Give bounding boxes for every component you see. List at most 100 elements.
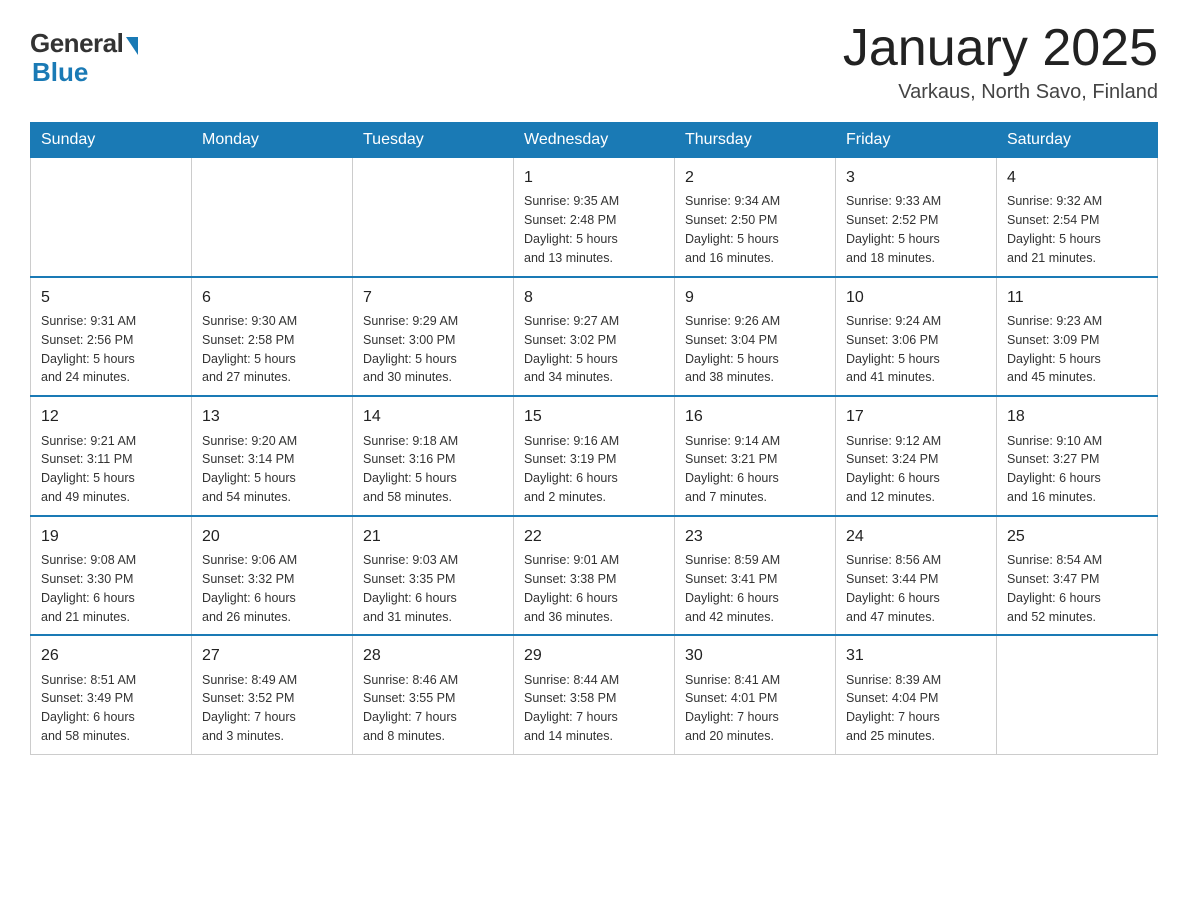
day-number: 10: [846, 286, 986, 309]
day-number: 3: [846, 166, 986, 189]
day-info: Sunrise: 8:54 AMSunset: 3:47 PMDaylight:…: [1007, 553, 1102, 624]
weekday-header-sunday: Sunday: [31, 123, 192, 158]
calendar-cell: 17 Sunrise: 9:12 AMSunset: 3:24 PMDayligh…: [836, 396, 997, 516]
day-number: 19: [41, 525, 181, 548]
day-info: Sunrise: 8:46 AMSunset: 3:55 PMDaylight:…: [363, 673, 458, 744]
calendar-cell: 22 Sunrise: 9:01 AMSunset: 3:38 PMDayligh…: [514, 516, 675, 636]
day-number: 18: [1007, 405, 1147, 428]
day-number: 21: [363, 525, 503, 548]
calendar-cell: [192, 158, 353, 277]
weekday-header-tuesday: Tuesday: [353, 123, 514, 158]
day-number: 15: [524, 405, 664, 428]
title-block: January 2025 Varkaus, North Savo, Finlan…: [843, 20, 1158, 104]
day-number: 30: [685, 644, 825, 667]
calendar-cell: 16 Sunrise: 9:14 AMSunset: 3:21 PMDayligh…: [675, 396, 836, 516]
day-number: 22: [524, 525, 664, 548]
day-number: 11: [1007, 286, 1147, 309]
calendar-cell: 20 Sunrise: 9:06 AMSunset: 3:32 PMDayligh…: [192, 516, 353, 636]
day-info: Sunrise: 8:51 AMSunset: 3:49 PMDaylight:…: [41, 673, 136, 744]
calendar-cell: 3 Sunrise: 9:33 AMSunset: 2:52 PMDaylight…: [836, 158, 997, 277]
day-number: 6: [202, 286, 342, 309]
calendar-cell: 27 Sunrise: 8:49 AMSunset: 3:52 PMDayligh…: [192, 635, 353, 754]
calendar-cell: 12Sunrise: 9:21 AMSunset: 3:11 PMDayligh…: [31, 396, 192, 516]
day-info: Sunrise: 9:08 AMSunset: 3:30 PMDaylight:…: [41, 553, 136, 624]
calendar-cell: 23Sunrise: 8:59 AMSunset: 3:41 PMDayligh…: [675, 516, 836, 636]
calendar-cell: 26 Sunrise: 8:51 AMSunset: 3:49 PMDayligh…: [31, 635, 192, 754]
page-header: General Blue January 2025 Varkaus, North…: [30, 20, 1158, 104]
day-number: 25: [1007, 525, 1147, 548]
calendar-cell: 15 Sunrise: 9:16 AMSunset: 3:19 PMDayligh…: [514, 396, 675, 516]
calendar-cell: 25 Sunrise: 8:54 AMSunset: 3:47 PMDayligh…: [997, 516, 1158, 636]
day-info: Sunrise: 9:34 AMSunset: 2:50 PMDaylight:…: [685, 194, 780, 265]
day-number: 20: [202, 525, 342, 548]
day-info: Sunrise: 8:41 AMSunset: 4:01 PMDaylight:…: [685, 673, 780, 744]
week-row-4: 19 Sunrise: 9:08 AMSunset: 3:30 PMDayligh…: [31, 516, 1158, 636]
day-number: 2: [685, 166, 825, 189]
calendar-cell: 24 Sunrise: 8:56 AMSunset: 3:44 PMDayligh…: [836, 516, 997, 636]
day-info: Sunrise: 9:01 AMSunset: 3:38 PMDaylight:…: [524, 553, 619, 624]
calendar-cell: 19 Sunrise: 9:08 AMSunset: 3:30 PMDayligh…: [31, 516, 192, 636]
day-info: Sunrise: 9:27 AMSunset: 3:02 PMDaylight:…: [524, 314, 619, 385]
calendar-cell: 10 Sunrise: 9:24 AMSunset: 3:06 PMDayligh…: [836, 277, 997, 397]
calendar-cell: 5 Sunrise: 9:31 AMSunset: 2:56 PMDaylight…: [31, 277, 192, 397]
day-info: Sunrise: 9:14 AMSunset: 3:21 PMDaylight:…: [685, 434, 780, 505]
calendar-cell: 2 Sunrise: 9:34 AMSunset: 2:50 PMDaylight…: [675, 158, 836, 277]
calendar-cell: 8 Sunrise: 9:27 AMSunset: 3:02 PMDaylight…: [514, 277, 675, 397]
day-number: 16: [685, 405, 825, 428]
day-number: 26: [41, 644, 181, 667]
day-info: Sunrise: 9:23 AMSunset: 3:09 PMDaylight:…: [1007, 314, 1102, 385]
day-info: Sunrise: 9:31 AMSunset: 2:56 PMDaylight:…: [41, 314, 136, 385]
day-number: 5: [41, 286, 181, 309]
calendar-cell: 29Sunrise: 8:44 AMSunset: 3:58 PMDayligh…: [514, 635, 675, 754]
calendar-cell: 28Sunrise: 8:46 AMSunset: 3:55 PMDayligh…: [353, 635, 514, 754]
day-info: Sunrise: 8:44 AMSunset: 3:58 PMDaylight:…: [524, 673, 619, 744]
day-info: Sunrise: 9:24 AMSunset: 3:06 PMDaylight:…: [846, 314, 941, 385]
day-info: Sunrise: 9:26 AMSunset: 3:04 PMDaylight:…: [685, 314, 780, 385]
day-info: Sunrise: 8:56 AMSunset: 3:44 PMDaylight:…: [846, 553, 941, 624]
weekday-header-friday: Friday: [836, 123, 997, 158]
week-row-3: 12Sunrise: 9:21 AMSunset: 3:11 PMDayligh…: [31, 396, 1158, 516]
calendar-cell: 31 Sunrise: 8:39 AMSunset: 4:04 PMDayligh…: [836, 635, 997, 754]
calendar-cell: 30 Sunrise: 8:41 AMSunset: 4:01 PMDayligh…: [675, 635, 836, 754]
day-info: Sunrise: 9:33 AMSunset: 2:52 PMDaylight:…: [846, 194, 941, 265]
calendar-cell: 6Sunrise: 9:30 AMSunset: 2:58 PMDaylight…: [192, 277, 353, 397]
day-info: Sunrise: 9:29 AMSunset: 3:00 PMDaylight:…: [363, 314, 458, 385]
week-row-1: 1 Sunrise: 9:35 AMSunset: 2:48 PMDaylight…: [31, 158, 1158, 277]
day-number: 1: [524, 166, 664, 189]
calendar-cell: 7Sunrise: 9:29 AMSunset: 3:00 PMDaylight…: [353, 277, 514, 397]
calendar-cell: [31, 158, 192, 277]
day-info: Sunrise: 9:35 AMSunset: 2:48 PMDaylight:…: [524, 194, 619, 265]
logo: General Blue: [30, 28, 138, 88]
day-info: Sunrise: 8:49 AMSunset: 3:52 PMDaylight:…: [202, 673, 297, 744]
day-number: 24: [846, 525, 986, 548]
day-number: 8: [524, 286, 664, 309]
day-info: Sunrise: 9:06 AMSunset: 3:32 PMDaylight:…: [202, 553, 297, 624]
day-number: 27: [202, 644, 342, 667]
week-row-5: 26 Sunrise: 8:51 AMSunset: 3:49 PMDayligh…: [31, 635, 1158, 754]
calendar-cell: 9 Sunrise: 9:26 AMSunset: 3:04 PMDaylight…: [675, 277, 836, 397]
calendar-cell: 11 Sunrise: 9:23 AMSunset: 3:09 PMDayligh…: [997, 277, 1158, 397]
day-info: Sunrise: 8:39 AMSunset: 4:04 PMDaylight:…: [846, 673, 941, 744]
calendar-cell: 18 Sunrise: 9:10 AMSunset: 3:27 PMDayligh…: [997, 396, 1158, 516]
day-info: Sunrise: 9:03 AMSunset: 3:35 PMDaylight:…: [363, 553, 458, 624]
day-number: 13: [202, 405, 342, 428]
calendar-cell: 21 Sunrise: 9:03 AMSunset: 3:35 PMDayligh…: [353, 516, 514, 636]
logo-blue-text: Blue: [32, 57, 88, 88]
calendar-cell: 14Sunrise: 9:18 AMSunset: 3:16 PMDayligh…: [353, 396, 514, 516]
day-info: Sunrise: 9:16 AMSunset: 3:19 PMDaylight:…: [524, 434, 619, 505]
weekday-header-thursday: Thursday: [675, 123, 836, 158]
weekday-header-saturday: Saturday: [997, 123, 1158, 158]
day-info: Sunrise: 9:12 AMSunset: 3:24 PMDaylight:…: [846, 434, 941, 505]
week-row-2: 5 Sunrise: 9:31 AMSunset: 2:56 PMDaylight…: [31, 277, 1158, 397]
day-info: Sunrise: 9:10 AMSunset: 3:27 PMDaylight:…: [1007, 434, 1102, 505]
weekday-header-monday: Monday: [192, 123, 353, 158]
weekday-header-row: SundayMondayTuesdayWednesdayThursdayFrid…: [31, 123, 1158, 158]
location-subtitle: Varkaus, North Savo, Finland: [843, 81, 1158, 104]
calendar-cell: 1 Sunrise: 9:35 AMSunset: 2:48 PMDaylight…: [514, 158, 675, 277]
calendar-table: SundayMondayTuesdayWednesdayThursdayFrid…: [30, 122, 1158, 755]
day-info: Sunrise: 9:21 AMSunset: 3:11 PMDaylight:…: [41, 434, 136, 505]
day-number: 9: [685, 286, 825, 309]
day-info: Sunrise: 9:18 AMSunset: 3:16 PMDaylight:…: [363, 434, 458, 505]
day-number: 17: [846, 405, 986, 428]
day-number: 31: [846, 644, 986, 667]
